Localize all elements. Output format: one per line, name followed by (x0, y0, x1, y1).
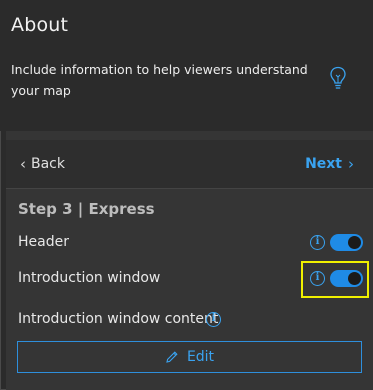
edit-label: Edit (186, 349, 215, 365)
next-button[interactable]: Next › (305, 155, 354, 173)
lightbulb-icon[interactable] (329, 66, 347, 92)
about-section: About Include information to help viewer… (0, 0, 373, 131)
header-setting-label: Header (18, 234, 69, 250)
step-navigation: ‹ Back Next › (6, 140, 373, 188)
chevron-left-icon: ‹ (20, 155, 26, 173)
introduction-window-label: Introduction window (18, 270, 161, 286)
chevron-right-icon: › (348, 155, 354, 173)
highlight-box (301, 261, 369, 298)
express-panel: ‹ Back Next › Step 3 | Express Header i … (6, 131, 373, 390)
introduction-window-content-info-icon[interactable]: i (206, 312, 221, 327)
introduction-window-content-label: Introduction window content (18, 311, 219, 327)
pencil-icon (166, 351, 178, 363)
edit-button[interactable]: Edit (17, 341, 362, 373)
header-toggle[interactable] (330, 234, 363, 251)
divider (6, 188, 373, 189)
back-label: Back (31, 156, 65, 172)
header-info-icon[interactable]: i (310, 235, 325, 250)
about-title: About (11, 14, 69, 36)
back-button[interactable]: ‹ Back (20, 155, 65, 173)
next-label: Next (305, 156, 342, 172)
about-description: Include information to help viewers unde… (11, 62, 308, 98)
step-title: Step 3 | Express (18, 200, 155, 218)
